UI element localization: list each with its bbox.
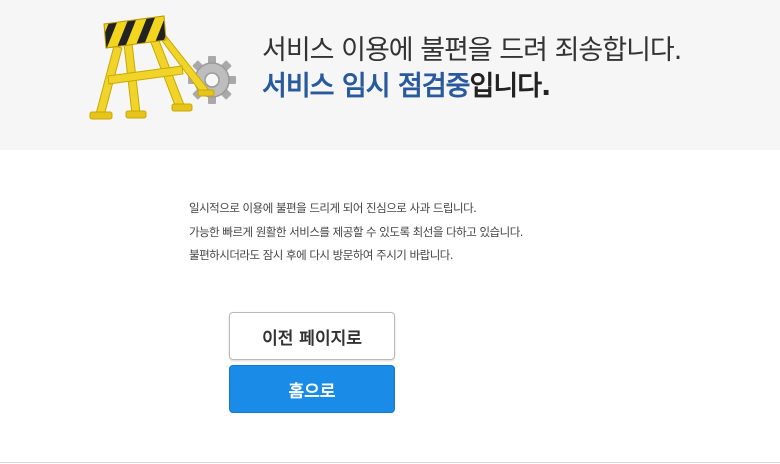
maintenance-notice-suffix: 입니다. (469, 71, 552, 102)
maintenance-notice-accent: 서비스 임시 점검중 (262, 71, 471, 102)
message-line: 일시적으로 이용에 불편을 드리게 되어 진심으로 사과 드립니다. (189, 201, 477, 215)
message-line: 불편하시더라도 잠시 후에 다시 방문하여 주시기 바랍니다. (189, 248, 454, 262)
home-button[interactable]: 홈으로 (229, 365, 395, 413)
page-title: 서비스 이용에 불편을 드려 죄송합니다. (262, 35, 682, 66)
maintenance-banner: 서비스 이용에 불편을 드려 죄송합니다. 서비스 임시 점검중입니다. (0, 0, 780, 150)
footer-divider (0, 462, 780, 463)
apology-message: 일시적으로 이용에 불편을 드리게 되어 진심으로 사과 드립니다. 가능한 빠… (189, 197, 523, 268)
construction-barrier-icon (89, 15, 236, 120)
message-line: 가능한 빠르게 원활한 서비스를 제공할 수 있도록 최선을 다하고 있습니다. (189, 224, 523, 239)
previous-page-button[interactable]: 이전 페이지로 (229, 312, 395, 360)
page-subtitle: 서비스 임시 점검중입니다. (262, 64, 552, 103)
